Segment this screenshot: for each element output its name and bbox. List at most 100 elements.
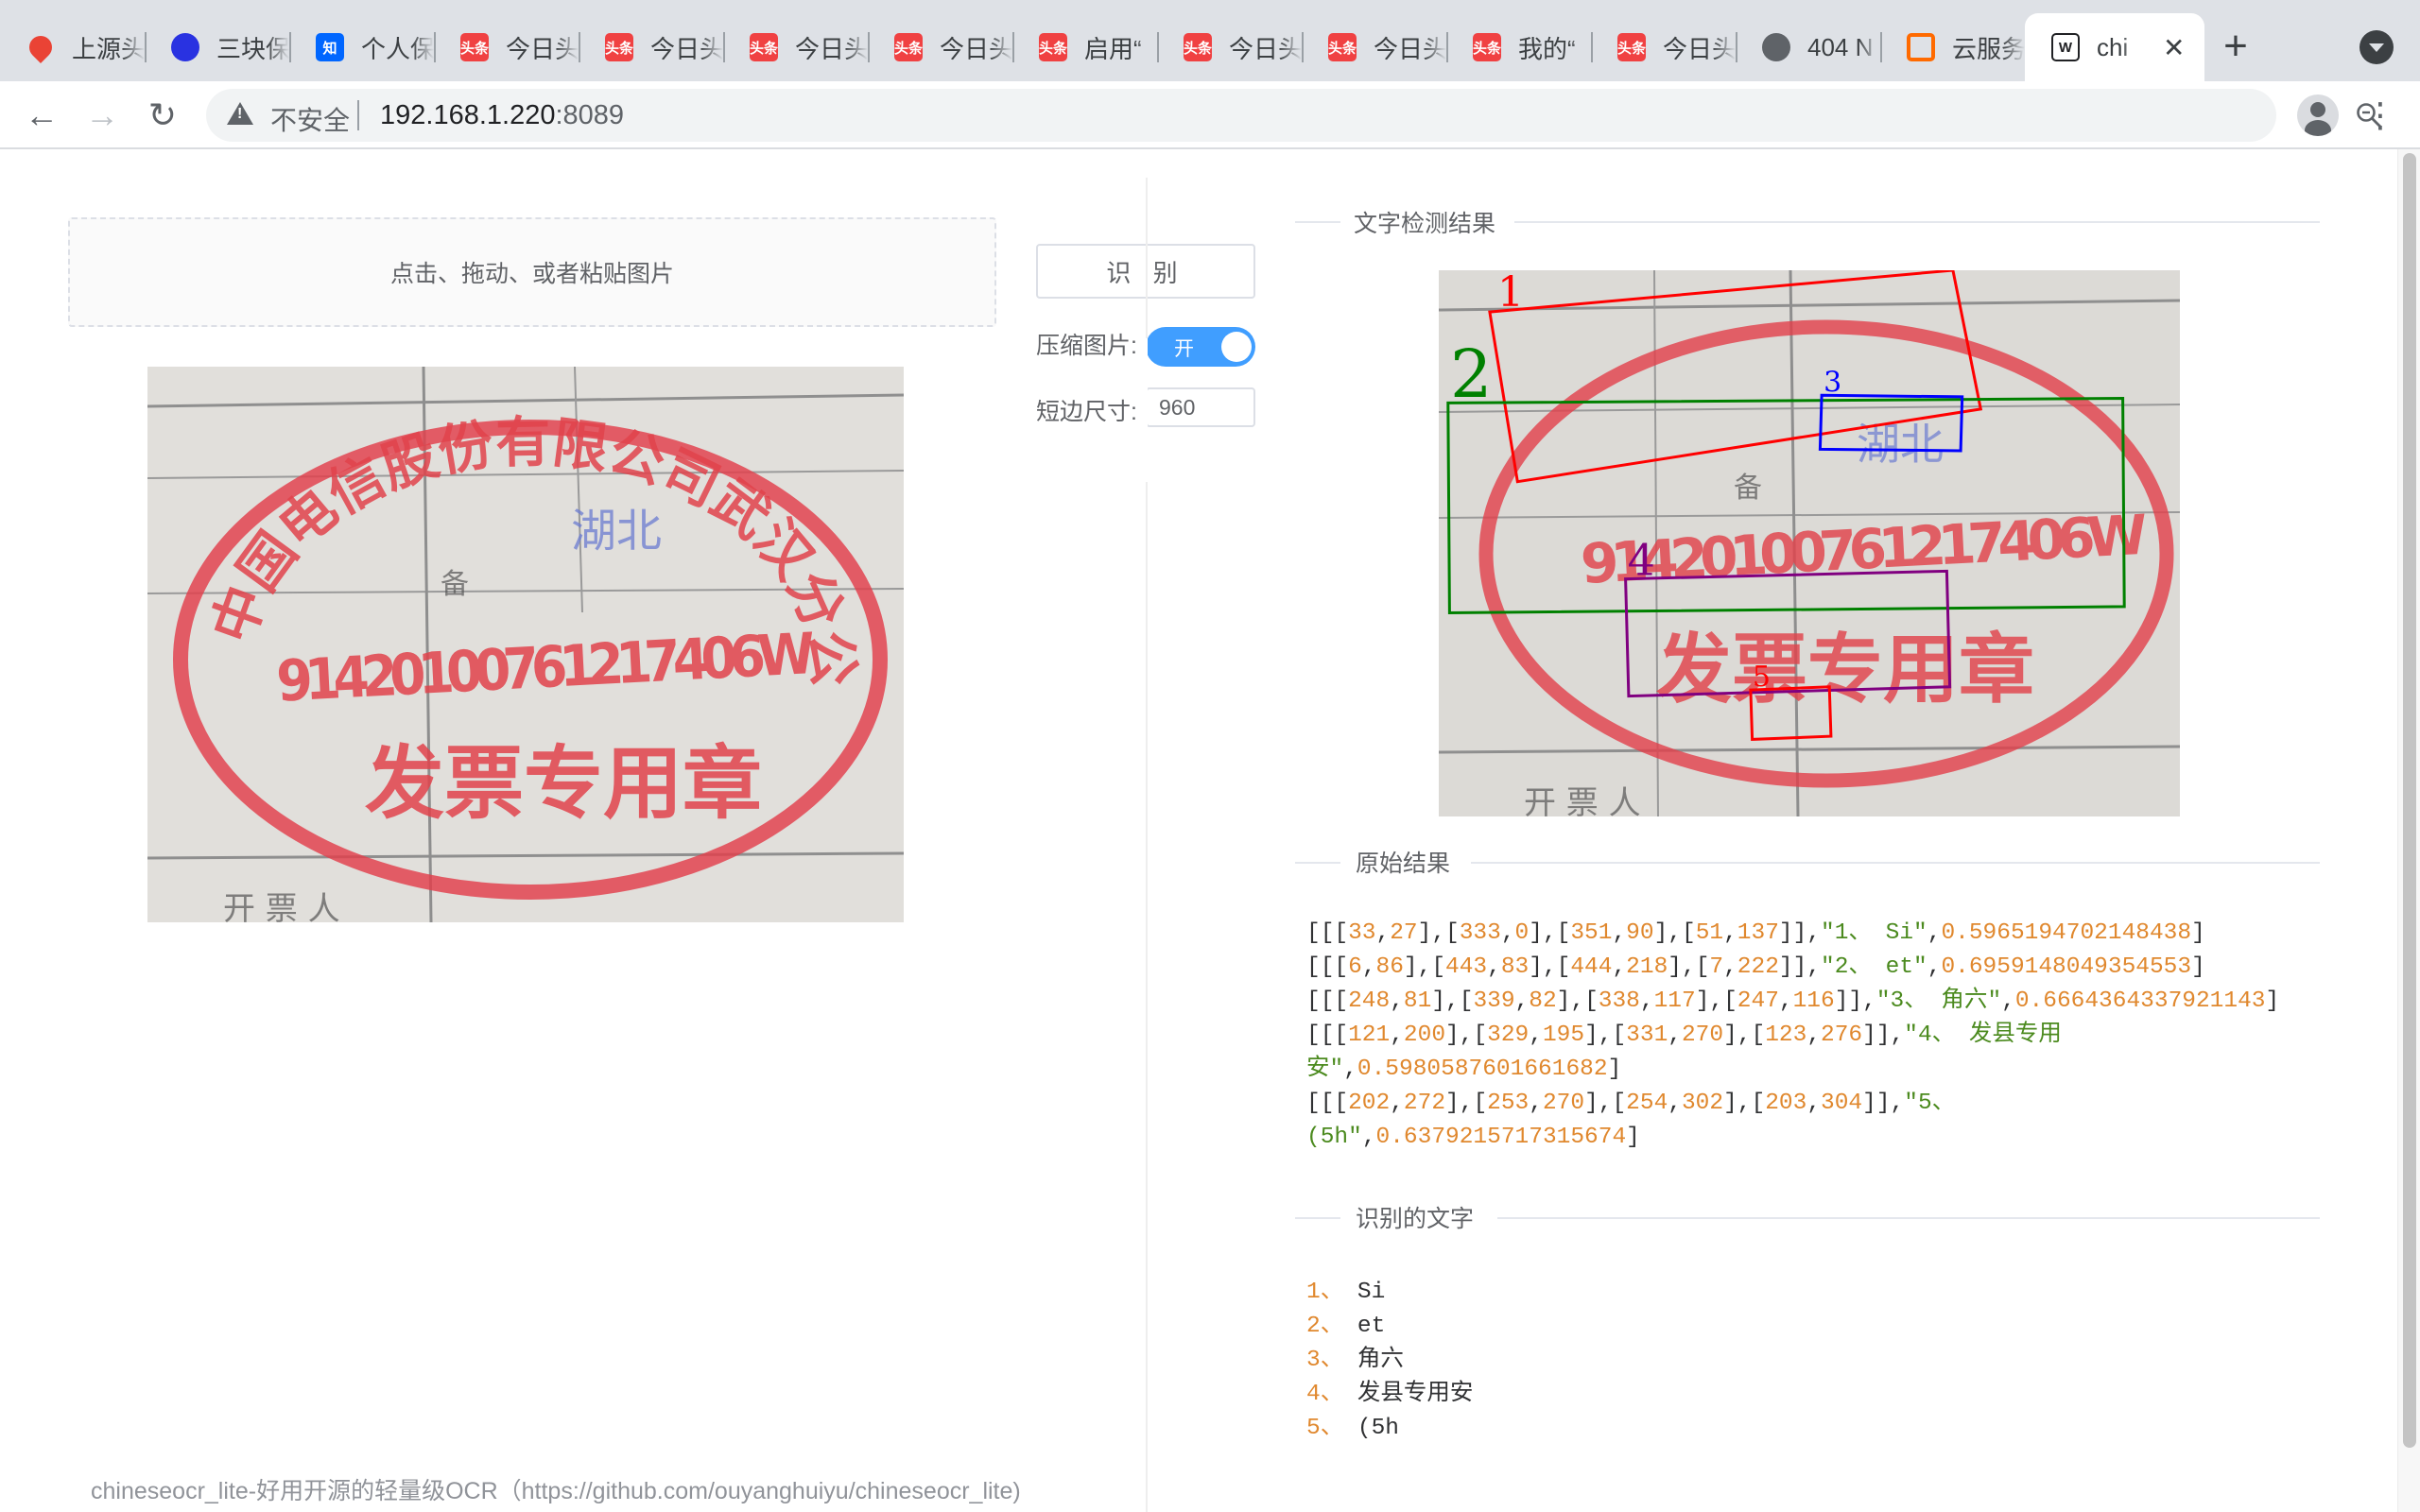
baidu-paw-icon — [171, 33, 199, 61]
image-upload-dropzone[interactable]: 点击、拖动、或者粘贴图片 — [68, 217, 996, 327]
close-tab-icon[interactable]: ✕ — [2163, 32, 2185, 63]
recognized-index: 4 — [1306, 1382, 1321, 1407]
toutiao-icon: 头条 — [750, 33, 778, 61]
browser-tab[interactable]: Wchi ✕ — [2025, 13, 2204, 81]
raw-result-line: [[[248,81],[339,82],[338,117],[247,116]]… — [1306, 988, 2280, 1014]
browser-toolbar: ← → ↻ 不安全 192.168.1.220:8089 ☆ ⋮ — [0, 81, 2420, 149]
raw-result-line: [[[202,272],[253,270],[254,302],[203,304… — [1306, 1091, 1969, 1150]
coord-value: 339 — [1473, 988, 1515, 1014]
recognized-text: et — [1357, 1314, 1386, 1339]
tab-title: 今日头 — [1663, 34, 1736, 63]
profile-avatar-icon[interactable] — [2297, 94, 2339, 136]
page-scrollbar[interactable] — [2397, 149, 2420, 1512]
url-text[interactable]: 192.168.1.220:8089 — [380, 100, 624, 131]
browser-tab[interactable]: 知个人保 — [289, 13, 434, 81]
coord-value: 82 — [1529, 988, 1557, 1014]
raw-results-block: [[[33,27],[333,0],[351,90],[51,137]],"1、… — [1306, 917, 2279, 1155]
tab-separator — [1591, 32, 1593, 62]
new-tab-button[interactable]: + — [2212, 23, 2259, 70]
web-icon: W — [2051, 33, 2080, 61]
list-separator: 、 — [1320, 1280, 1357, 1305]
security-label[interactable]: 不安全 — [270, 100, 350, 138]
globe-icon — [1762, 33, 1790, 61]
coord-value: 222 — [1737, 954, 1779, 980]
tab-title: 云服务 — [1952, 34, 2025, 63]
scrollbar-thumb[interactable] — [2403, 153, 2416, 1448]
column-divider — [1146, 149, 1148, 1512]
coord-value: 270 — [1681, 1022, 1724, 1048]
short-side-size-input[interactable] — [1146, 387, 1255, 427]
coord-value: 276 — [1821, 1022, 1863, 1048]
browser-tab[interactable]: 头条 今日头 — [868, 13, 1012, 81]
coord-value: 200 — [1403, 1022, 1446, 1048]
warning-icon[interactable] — [227, 102, 253, 125]
forward-arrow-icon[interactable]: → — [79, 93, 125, 138]
coord-value: 272 — [1403, 1091, 1446, 1116]
section-line — [1295, 221, 1340, 223]
stamp-usage-text: 发票专用章 — [365, 736, 762, 830]
toutiao-icon: 头条 — [1617, 33, 1646, 61]
coord-value: 202 — [1348, 1091, 1391, 1116]
browser-menu-icon[interactable]: ⋮ — [2363, 93, 2397, 138]
section-line — [1295, 1217, 1340, 1219]
browser-tab[interactable]: 云服务 — [1880, 13, 2025, 81]
divider — [357, 100, 359, 130]
recognized-section-title: 识别的文字 — [1356, 1206, 1475, 1232]
coord-value: 351 — [1570, 920, 1613, 946]
list-separator: 、 — [1320, 1314, 1357, 1339]
browser-tab[interactable]: 上源头 — [0, 13, 145, 81]
coord-value: 218 — [1626, 954, 1668, 980]
map-pin-icon — [25, 31, 57, 63]
stamp-usage-text: 发票专用章 — [1656, 625, 2034, 713]
browser-tab[interactable]: 三块保 — [145, 13, 289, 81]
reload-icon[interactable]: ↻ — [140, 93, 185, 138]
detection-box-label: 4 — [1628, 535, 1655, 586]
confidence-score: 0.6664364337921143 — [2014, 988, 2266, 1014]
recognized-index: 3 — [1306, 1348, 1321, 1373]
browser-tab[interactable]: 头条 今日头 — [434, 13, 579, 81]
coord-value: 270 — [1542, 1091, 1585, 1116]
browser-tab[interactable]: 头条 今日头 — [1591, 13, 1736, 81]
tab-title: 启用“ — [1084, 34, 1142, 63]
browser-tab[interactable]: 头条 今日头 — [1157, 13, 1302, 81]
recognized-index: 5 — [1306, 1416, 1321, 1441]
confidence-score: 0.5965194702148438 — [1941, 920, 2192, 946]
coord-value: 329 — [1487, 1022, 1530, 1048]
printed-kai-text: 开 票 人 — [1524, 784, 1641, 816]
address-bar[interactable]: 不安全 192.168.1.220:8089 ☆ — [206, 89, 2381, 142]
switch-on-text: 开 — [1174, 338, 1194, 360]
result-text-string: "3、 角六" — [1876, 988, 2002, 1014]
coord-value: 121 — [1348, 1022, 1391, 1048]
aliyun-icon — [1907, 33, 1935, 61]
coord-value: 203 — [1765, 1091, 1807, 1116]
recognized-text: 角六 — [1357, 1348, 1404, 1373]
short-side-size-label: 短边尺寸: — [1036, 399, 1137, 425]
toutiao-icon: 头条 — [1184, 33, 1212, 61]
coord-value: 27 — [1390, 920, 1418, 946]
detection-box-label: 5 — [1753, 661, 1771, 694]
tab-separator — [1736, 32, 1737, 62]
tab-search-icon[interactable] — [2360, 30, 2394, 64]
toutiao-icon: 头条 — [1473, 33, 1501, 61]
result-text-string: "1、 Si" — [1821, 920, 1927, 946]
tab-strip: 上源头 三块保知个人保 头条 今日头 头条 今日头 头条 今日头 头条 今日头 头条 启用“ 头条 今日头… — [0, 0, 2420, 81]
browser-tab[interactable]: 头条 今日头 — [723, 13, 868, 81]
tab-separator — [1880, 32, 1882, 62]
browser-tab[interactable]: 头条 我的“ — [1446, 13, 1591, 81]
dropzone-text: 点击、拖动、或者粘贴图片 — [389, 261, 674, 287]
browser-tab[interactable]: 头条 今日头 — [579, 13, 723, 81]
detection-box-label: 1 — [1497, 270, 1524, 317]
back-arrow-icon[interactable]: ← — [19, 93, 64, 138]
tab-separator — [434, 32, 436, 62]
browser-tab[interactable]: 头条 启用“ — [1012, 13, 1157, 81]
recognized-item: 3、 角六 — [1306, 1344, 1473, 1378]
browser-tab[interactable]: 404 N — [1736, 13, 1880, 81]
browser-tab[interactable]: 头条 今日头 — [1302, 13, 1446, 81]
tab-separator — [145, 32, 147, 62]
list-separator: 、 — [1320, 1416, 1357, 1441]
recognized-text: (5h — [1357, 1416, 1400, 1441]
coord-value: 444 — [1570, 954, 1613, 980]
toutiao-icon: 头条 — [605, 33, 633, 61]
recognized-text: Si — [1357, 1280, 1386, 1305]
compress-image-switch[interactable]: 开 — [1146, 327, 1255, 367]
